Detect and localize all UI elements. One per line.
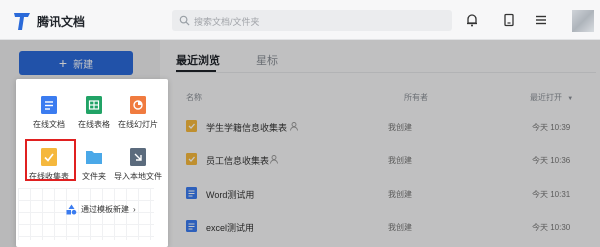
create-folder[interactable]: 文件夹 [69, 148, 119, 188]
search-icon [179, 15, 190, 26]
create-online-sheet-label: 在线表格 [78, 120, 110, 129]
create-online-doc-label: 在线文档 [33, 120, 65, 129]
create-online-slide-label: 在线幻灯片 [118, 120, 158, 129]
top-bar: 腾讯文档 搜索文档/文件夹 [0, 0, 600, 40]
create-online-doc[interactable]: 在线文档 [24, 96, 74, 136]
selection-highlight [25, 139, 76, 181]
menu-icon[interactable] [534, 13, 548, 27]
import-local-file[interactable]: 导入本地文件 [113, 148, 163, 188]
tencent-docs-logo-icon[interactable] [12, 10, 32, 32]
search-placeholder: 搜索文档/文件夹 [194, 17, 260, 27]
chevron-right-icon: › [133, 205, 136, 214]
import-local-file-label: 导入本地文件 [114, 172, 162, 181]
avatar[interactable] [572, 10, 594, 32]
dim-overlay [160, 40, 600, 247]
create-online-slide[interactable]: 在线幻灯片 [113, 96, 163, 136]
slide-icon [130, 96, 146, 114]
main-content: 最近浏览 星标 名称 所有者 最近打开 ▼ 学生学籍信息收集表 我创建 今天 1… [160, 40, 600, 247]
sheet-icon [86, 96, 102, 114]
create-folder-label: 文件夹 [82, 172, 106, 181]
create-from-template-label: 通过模板新建 [81, 205, 129, 214]
app-name[interactable]: 腾讯文档 [37, 13, 85, 30]
shapes-icon [66, 204, 77, 215]
create-from-template-link[interactable]: 通过模板新建 › [66, 204, 136, 215]
folder-icon [86, 151, 102, 164]
doc-icon [41, 96, 57, 114]
tablet-icon[interactable] [502, 13, 516, 27]
search-box[interactable]: 搜索文档/文件夹 [172, 10, 452, 31]
bell-icon[interactable] [465, 13, 479, 27]
create-online-sheet[interactable]: 在线表格 [69, 96, 119, 136]
import-icon [130, 148, 146, 166]
